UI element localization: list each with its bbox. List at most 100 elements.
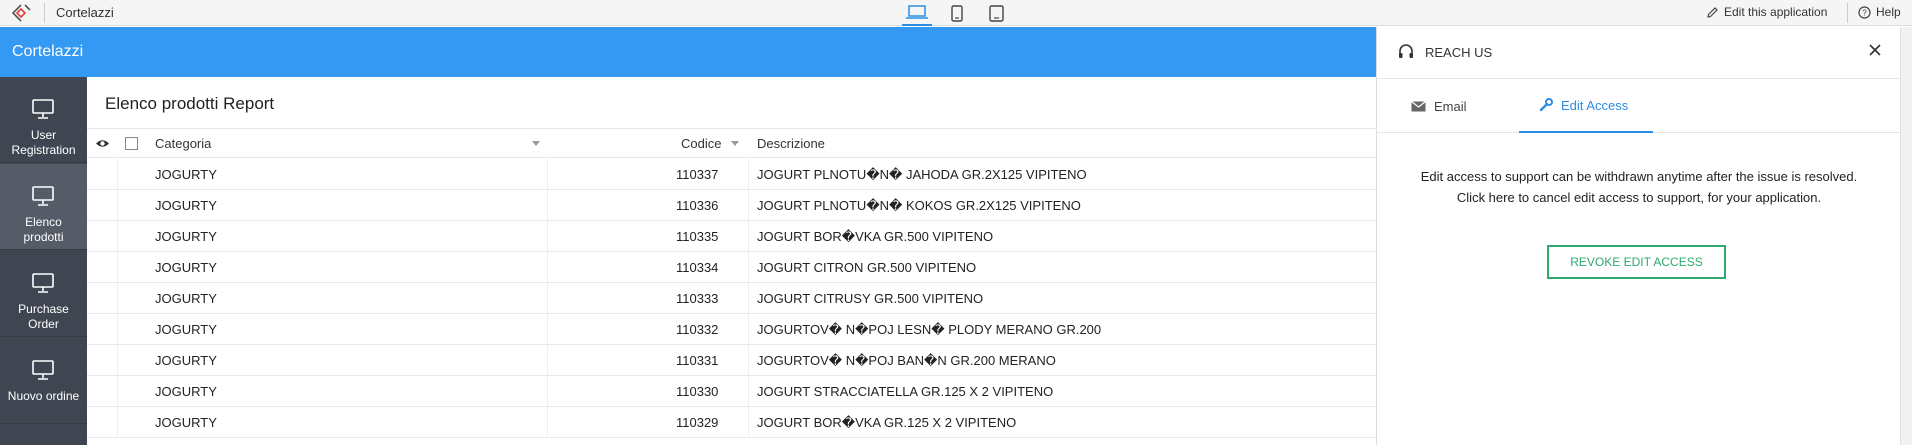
- table-row[interactable]: JOGURTY 110332 JOGURTOV� N�POJ LESN� PLO…: [87, 314, 1376, 345]
- sidebar-item-label: Nuovo ordine: [7, 389, 80, 403]
- column-divider: [748, 221, 749, 252]
- column-divider: [547, 221, 548, 252]
- tablet-view-button[interactable]: [981, 0, 1011, 26]
- cell-categoria: JOGURTY: [155, 291, 217, 306]
- table-row[interactable]: JOGURTY 110336 JOGURT PLNOTU�N� KOKOS GR…: [87, 190, 1376, 221]
- edit-access-message: Edit access to support can be withdrawn …: [1377, 166, 1901, 208]
- cell-codice: 110336: [676, 198, 719, 213]
- tab-email[interactable]: Email: [1411, 79, 1511, 133]
- cell-categoria: JOGURTY: [155, 260, 217, 275]
- column-divider: [547, 283, 548, 314]
- tab-label: Edit Access: [1561, 97, 1629, 113]
- table-row[interactable]: JOGURTY 110330 JOGURT STRACCIATELLA GR.1…: [87, 376, 1376, 407]
- phone-view-button[interactable]: [942, 0, 972, 26]
- sidebar: User Registration Elenco prodotti Purcha…: [0, 77, 87, 445]
- edit-application-link[interactable]: Edit this application: [1706, 5, 1827, 19]
- help-label: Help: [1876, 5, 1901, 19]
- tablet-icon: [988, 4, 1004, 22]
- topbar-divider: [44, 3, 45, 23]
- close-icon[interactable]: [1868, 43, 1882, 57]
- cell-codice: 110337: [676, 167, 719, 182]
- column-divider: [748, 190, 749, 221]
- topbar-app-name: Cortelazzi: [56, 5, 114, 20]
- sidebar-item-label: Purchase: [18, 302, 69, 316]
- column-divider: [748, 159, 749, 190]
- eye-icon[interactable]: [95, 138, 110, 149]
- panel-tabs: Email Edit Access: [1377, 78, 1901, 133]
- table-row[interactable]: JOGURTY 110333 JOGURT CITRUSY GR.500 VIP…: [87, 283, 1376, 314]
- column-divider: [117, 314, 118, 345]
- headset-icon: [1399, 44, 1413, 58]
- sidebar-item-purchase-order[interactable]: Purchase Order: [0, 251, 87, 337]
- column-divider: [748, 283, 749, 314]
- table-row[interactable]: JOGURTY 110334 JOGURT CITRON GR.500 VIPI…: [87, 252, 1376, 283]
- help-icon: ?: [1858, 5, 1871, 19]
- sidebar-item-elenco-prodotti[interactable]: Elenco prodotti: [0, 164, 87, 250]
- app-header: Cortelazzi: [0, 27, 1376, 77]
- cell-categoria: JOGURTY: [155, 198, 217, 213]
- table-row[interactable]: JOGURTY 110335 JOGURT BOR�VKA GR.500 VIP…: [87, 221, 1376, 252]
- column-divider: [117, 283, 118, 314]
- cell-codice: 110335: [676, 229, 719, 244]
- cell-categoria: JOGURTY: [155, 167, 217, 182]
- cell-categoria: JOGURTY: [155, 415, 217, 430]
- cell-descrizione: JOGURT CITRON GR.500 VIPITENO: [757, 260, 977, 275]
- wrench-icon: [1539, 98, 1553, 112]
- select-all-checkbox[interactable]: [125, 137, 138, 150]
- cell-descrizione: JOGURTOV� N�POJ LESN� PLODY MERANO GR.20…: [757, 322, 1102, 337]
- message-line[interactable]: Click here to cancel edit access to supp…: [1377, 187, 1901, 208]
- sidebar-item-label: User: [30, 128, 57, 142]
- cell-categoria: JOGURTY: [155, 384, 217, 399]
- cell-codice: 110331: [676, 353, 719, 368]
- column-divider: [117, 345, 118, 376]
- sidebar-item-nuovo-ordine[interactable]: Nuovo ordine: [0, 338, 87, 424]
- reach-us-panel: REACH US Email Edit Access Edit access t…: [1376, 27, 1901, 445]
- column-header-descrizione[interactable]: Descrizione: [757, 136, 825, 151]
- column-divider: [748, 407, 749, 438]
- monitor-icon: [32, 360, 54, 380]
- report-area: Elenco prodotti Report Categoria Codice …: [87, 77, 1376, 445]
- column-divider: [748, 252, 749, 283]
- revoke-edit-access-button[interactable]: REVOKE EDIT ACCESS: [1547, 245, 1726, 279]
- column-divider: [117, 407, 118, 438]
- sidebar-item-user-registration[interactable]: User Registration: [0, 77, 87, 163]
- cell-categoria: JOGURTY: [155, 229, 217, 244]
- svg-text:?: ?: [1862, 8, 1867, 17]
- panel-title: REACH US: [1425, 45, 1493, 60]
- cell-descrizione: JOGURT PLNOTU�N� JAHODA GR.2X125 VIPITEN…: [757, 167, 1087, 182]
- topbar-divider: [1847, 3, 1848, 23]
- mail-icon: [1411, 100, 1426, 111]
- panel-scrollbar[interactable]: [1900, 27, 1912, 445]
- table-row[interactable]: JOGURTY 110329 JOGURT BOR�VKA GR.125 X 2…: [87, 407, 1376, 438]
- tab-label: Email: [1434, 98, 1467, 114]
- monitor-icon: [32, 273, 54, 293]
- column-divider: [117, 221, 118, 252]
- top-bar: Cortelazzi Edit this application ? Help: [0, 0, 1912, 26]
- sort-arrow-icon[interactable]: [532, 141, 540, 146]
- desktop-view-button[interactable]: [902, 0, 932, 26]
- column-divider: [547, 252, 548, 283]
- sidebar-item-label: prodotti: [23, 230, 64, 244]
- column-divider: [547, 345, 548, 376]
- edit-application-label: Edit this application: [1724, 5, 1828, 19]
- cell-categoria: JOGURTY: [155, 322, 217, 337]
- column-divider: [117, 190, 118, 221]
- column-divider: [748, 345, 749, 376]
- cell-descrizione: JOGURTOV� N�POJ BAN�N GR.200 MERANO: [757, 353, 1056, 368]
- cell-codice: 110333: [676, 291, 719, 306]
- page-title: Elenco prodotti Report: [105, 94, 275, 113]
- table-row[interactable]: JOGURTY 110331 JOGURTOV� N�POJ BAN�N GR.…: [87, 345, 1376, 376]
- app-logo-icon[interactable]: [10, 3, 32, 23]
- sidebar-item-label: Registration: [11, 143, 76, 157]
- tab-edit-access[interactable]: Edit Access: [1519, 79, 1653, 133]
- column-header-codice[interactable]: Codice: [681, 136, 721, 151]
- table-row[interactable]: JOGURTY 110337 JOGURT PLNOTU�N� JAHODA G…: [87, 159, 1376, 190]
- sidebar-item-label: Order: [28, 317, 59, 331]
- column-header-categoria[interactable]: Categoria: [155, 136, 211, 151]
- cell-descrizione: JOGURT CITRUSY GR.500 VIPITENO: [757, 291, 984, 306]
- cell-descrizione: JOGURT STRACCIATELLA GR.125 X 2 VIPITENO: [757, 384, 1054, 399]
- cell-categoria: JOGURTY: [155, 353, 217, 368]
- monitor-icon: [32, 186, 54, 206]
- help-link[interactable]: ? Help: [1858, 5, 1901, 19]
- sort-arrow-icon[interactable]: [731, 141, 739, 146]
